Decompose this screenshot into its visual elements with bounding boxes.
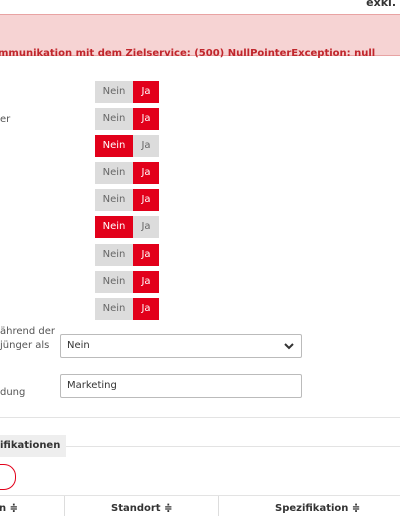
chevron-down-icon: [284, 343, 294, 350]
toggle-no[interactable]: Nein: [95, 81, 133, 103]
divider: [0, 417, 400, 418]
toggle-yes[interactable]: Ja: [133, 81, 159, 103]
department-input[interactable]: Marketing: [60, 374, 302, 398]
toggle-row-7[interactable]: Nein Ja: [95, 216, 159, 238]
toggle-no[interactable]: Nein: [95, 108, 133, 130]
toggle-yes[interactable]: Ja: [133, 244, 159, 266]
error-alert: mmunikation mit dem Zielservice: (500) N…: [0, 14, 400, 59]
section-title: ifikationen: [0, 435, 66, 457]
toggle-yes[interactable]: Ja: [133, 189, 159, 211]
toggle-row-9[interactable]: Nein Ja: [95, 271, 159, 293]
price-note: exkl.: [366, 0, 396, 9]
dropdown-select[interactable]: Nein: [60, 334, 302, 358]
top-bar: exkl.: [0, 0, 400, 12]
toggle-no[interactable]: Nein: [95, 298, 133, 320]
toggle-no[interactable]: Nein: [95, 244, 133, 266]
column-header-spezifikation[interactable]: Spezifikation ≑: [275, 503, 360, 514]
toggle-no[interactable]: Nein: [95, 135, 133, 157]
toggle-row-6[interactable]: Nein Ja: [95, 189, 159, 211]
table-top-border: [0, 495, 400, 496]
toggle-row-2[interactable]: Nein Ja: [95, 81, 159, 103]
toggle-no[interactable]: Nein: [95, 216, 133, 238]
toggle-yes[interactable]: Ja: [133, 162, 159, 184]
toggle-no[interactable]: Nein: [95, 162, 133, 184]
toggle-row-5[interactable]: Nein Ja: [95, 162, 159, 184]
select-label-line2: jünger als: [0, 340, 50, 351]
toggle-no[interactable]: Nein: [95, 271, 133, 293]
toggle-row-3[interactable]: Nein Ja: [95, 108, 159, 130]
dropdown-value: Nein: [67, 340, 90, 351]
toggle-yes[interactable]: Ja: [133, 108, 159, 130]
toggle-yes[interactable]: Ja: [133, 298, 159, 320]
column-header-1[interactable]: n ≑: [0, 503, 18, 514]
error-message: mmunikation mit dem Zielservice: (500) N…: [0, 48, 376, 59]
column-header-standort[interactable]: Standort ≑: [111, 503, 172, 514]
toggle-yes[interactable]: Ja: [133, 271, 159, 293]
toggle-row-4[interactable]: Nein Ja: [95, 135, 159, 157]
toggle-row-8[interactable]: Nein Ja: [95, 244, 159, 266]
toggle-row-10[interactable]: Nein Ja: [95, 298, 159, 320]
toggle-no[interactable]: Nein: [95, 189, 133, 211]
column-separator: [64, 496, 65, 516]
row-label: er: [0, 114, 11, 125]
toggle-yes[interactable]: Ja: [133, 135, 159, 157]
department-value: Marketing: [67, 380, 117, 391]
add-button[interactable]: [0, 464, 16, 490]
select-label-line1: ährend der: [0, 326, 55, 337]
toggle-yes[interactable]: Ja: [133, 216, 159, 238]
text-field-label: dung: [0, 387, 26, 398]
column-separator: [218, 496, 219, 516]
section-divider: [66, 446, 400, 447]
